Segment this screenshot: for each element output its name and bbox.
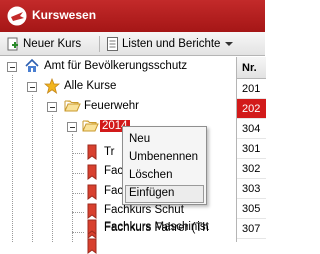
- tree-node-feuerwehr[interactable]: Feuerwehr: [84, 100, 139, 112]
- tree-node-course[interactable]: Tr: [104, 146, 114, 158]
- context-menu-paste[interactable]: Einfügen: [125, 185, 204, 203]
- app-logo-icon: [7, 6, 27, 26]
- lists-reports-button[interactable]: Listen und Berichte: [106, 35, 237, 53]
- bookmark-icon: [87, 164, 97, 180]
- collapse-toggle-feuerwehr[interactable]: [47, 102, 57, 112]
- grid-row[interactable]: 303: [237, 179, 266, 199]
- bookmark-icon: [87, 203, 97, 219]
- collapse-toggle-root[interactable]: [7, 62, 17, 72]
- lists-reports-label: Listen und Berichte: [122, 38, 221, 50]
- tree-node-all-courses[interactable]: Alle Kurse: [64, 80, 116, 92]
- tree-connector: [72, 134, 73, 242]
- bookmark-icon: [87, 144, 97, 160]
- report-icon: [107, 37, 118, 51]
- bookmark-icon: [87, 219, 97, 235]
- tree-connector: [72, 193, 84, 194]
- context-menu: Neu Umbenennen Löschen Einfügen: [122, 126, 207, 205]
- context-menu-new[interactable]: Neu: [125, 131, 204, 149]
- grid-row-selected[interactable]: 202: [237, 99, 266, 119]
- bookmark-icon: [87, 184, 97, 200]
- tree-connector: [72, 212, 84, 213]
- home-icon: [25, 58, 39, 72]
- folder-open-icon: [64, 100, 81, 112]
- collapse-toggle-all-courses[interactable]: [27, 82, 37, 92]
- tree-node-course[interactable]: Fachkurs Schut: [104, 204, 184, 216]
- star-icon: [44, 78, 60, 94]
- tree-connector: [72, 173, 84, 174]
- new-document-icon: [7, 37, 18, 51]
- grid-row[interactable]: 302: [237, 159, 266, 179]
- tree-connector: [72, 232, 84, 233]
- tree-node-root[interactable]: Amt für Bevölkerungsschutz: [44, 60, 187, 72]
- app-title: Kurswesen: [32, 8, 97, 22]
- course-number-grid: Nr. 201 202 304 301 302 303 305 307: [236, 57, 266, 242]
- grid-row[interactable]: 307: [237, 219, 266, 239]
- context-menu-delete[interactable]: Löschen: [125, 167, 204, 185]
- grid-row[interactable]: 301: [237, 139, 266, 159]
- toolbar: Neuer Kurs Listen und Berichte: [0, 32, 265, 56]
- context-menu-rename[interactable]: Umbenennen: [125, 149, 204, 167]
- tree-connector: [12, 75, 13, 242]
- new-course-label: Neuer Kurs: [23, 38, 82, 50]
- grid-header-nr[interactable]: Nr.: [237, 57, 266, 79]
- new-course-button[interactable]: Neuer Kurs: [6, 35, 81, 53]
- app-titlebar: Kurswesen: [0, 0, 265, 32]
- grid-row[interactable]: 201: [237, 79, 266, 99]
- tree-connector: [72, 153, 84, 154]
- tree-node-course[interactable]: Fachkurs Maschinist: [104, 221, 209, 233]
- tree-connector: [32, 95, 33, 242]
- bookmark-icon: [87, 238, 97, 254]
- chevron-down-icon: [225, 42, 234, 46]
- tree-connector: [52, 115, 53, 242]
- grid-row[interactable]: 304: [237, 119, 266, 139]
- collapse-toggle-year[interactable]: [67, 122, 77, 132]
- toolbar-separator: [99, 36, 100, 52]
- folder-open-icon: [82, 120, 99, 132]
- grid-row[interactable]: 305: [237, 199, 266, 219]
